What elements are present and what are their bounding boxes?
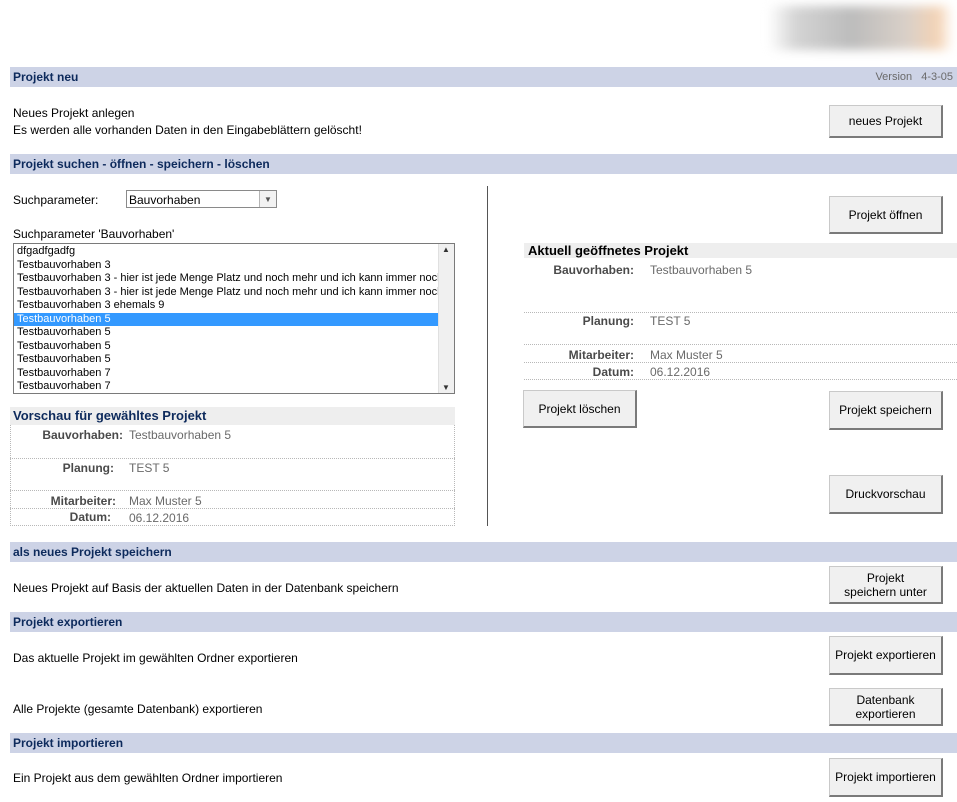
company-logo [768, 6, 953, 50]
version-label: Version [875, 71, 913, 83]
vorschau-planung-label: Planung: [62, 461, 114, 475]
vorschau-mitarbeiter-value: Max Muster 5 [129, 494, 202, 508]
list-item[interactable]: Testbauvorhaben 5 [14, 340, 439, 354]
list-item[interactable]: Testbauvorhaben 7 [14, 367, 439, 381]
vorschau-mitarbeiter-label: Mitarbeiter: [50, 494, 116, 508]
list-item[interactable]: Testbauvorhaben 5 [14, 353, 439, 367]
vorschau-title: Vorschau für gewähltes Projekt [13, 408, 207, 423]
section-title-projekt-neu: Projekt neu [13, 70, 79, 84]
section-title-speichern-als: als neues Projekt speichern [13, 545, 172, 559]
section-bar-projekt-neu: Projekt neu Version 4-3-05 [10, 67, 957, 87]
neu-line-2: Es werden alle vorhanden Daten in den Ei… [13, 123, 362, 137]
aktuell-planung-value: TEST 5 [650, 314, 691, 328]
scroll-down-icon[interactable]: ▼ [442, 383, 450, 392]
neues-projekt-button[interactable]: neues Projekt [829, 105, 943, 138]
divider [10, 458, 455, 459]
list-item[interactable]: Testbauvorhaben 3 [14, 259, 439, 273]
section-title-exportieren: Projekt exportieren [13, 615, 123, 629]
export-alle-text: Alle Projekte (gesamte Datenbank) export… [13, 702, 263, 716]
list-item[interactable]: Testbauvorhaben 3 - hier ist jede Menge … [14, 286, 439, 300]
section-bar-speichern-als: als neues Projekt speichern [10, 542, 957, 562]
project-list-items: dfgadfgadfg Testbauvorhaben 3 Testbauvorha… [14, 245, 439, 393]
section-bar-importieren: Projekt importieren [10, 733, 957, 753]
version-info: Version 4-3-05 [869, 71, 953, 83]
list-item[interactable]: Testbauvorhaben 5 [14, 326, 439, 340]
aktuell-planung-label: Planung: [582, 314, 634, 328]
list-item[interactable]: dfgadfgadfg [14, 245, 439, 259]
section-title-projekt-suchen: Projekt suchen - öffnen - speichern - lö… [13, 157, 270, 171]
version-number: 4-3-05 [921, 71, 953, 83]
aktuell-title: Aktuell geöffnetes Projekt [528, 243, 689, 258]
section-bar-projekt-suchen: Projekt suchen - öffnen - speichern - lö… [10, 154, 957, 174]
projekt-loeschen-button[interactable]: Projekt löschen [523, 390, 637, 428]
vorschau-bauvorhaben-label: Bauvorhaben: [42, 428, 123, 442]
column-separator [487, 186, 488, 526]
divider [10, 490, 455, 491]
aktuell-mitarbeiter-label: Mitarbeiter: [568, 348, 634, 362]
divider [524, 362, 957, 363]
vorschau-datum-label: Datum: [69, 510, 111, 524]
list-item[interactable]: Testbauvorhaben 7 [14, 380, 439, 393]
vorschau-datum-value: 06.12.2016 [129, 511, 190, 525]
list-item[interactable]: Testbauvorhaben 3 - hier ist jede Menge … [14, 272, 439, 286]
chevron-down-icon[interactable]: ▼ [259, 191, 276, 207]
listbox-scrollbar[interactable]: ▲ ▼ [438, 244, 454, 393]
divider [524, 379, 957, 380]
project-listbox[interactable]: dfgadfgadfg Testbauvorhaben 3 Testbauvorha… [13, 243, 455, 394]
aktuell-bauvorhaben-value: Testbauvorhaben 5 [650, 263, 753, 277]
aktuell-mitarbeiter-value: Max Muster 5 [650, 348, 723, 362]
list-item[interactable]: Testbauvorhaben 3 ehemals 9 [14, 299, 439, 313]
vorschau-bauvorhaben-value: Testbauvorhaben 5 [129, 428, 232, 442]
projekt-importieren-button[interactable]: Projekt importieren [829, 758, 943, 797]
projekt-oeffnen-button[interactable]: Projekt öffnen [829, 196, 943, 234]
import-text: Ein Projekt aus dem gewählten Ordner imp… [13, 771, 283, 785]
aktuell-datum-label: Datum: [592, 365, 634, 379]
druckvorschau-button[interactable]: Druckvorschau [829, 475, 943, 514]
scroll-up-icon[interactable]: ▲ [442, 245, 450, 254]
divider [524, 312, 957, 313]
projekt-exportieren-button[interactable]: Projekt exportieren [829, 636, 943, 675]
list-item[interactable]: Testbauvorhaben 5 [14, 312, 439, 326]
suchparameter-list-label: Suchparameter 'Bauvorhaben' [13, 227, 175, 241]
projekt-speichern-unter-button[interactable]: Projekt speichern unter [829, 566, 943, 604]
suchparameter-label: Suchparameter: [13, 193, 99, 207]
export-aktuell-text: Das aktuelle Projekt im gewählten Ordner… [13, 651, 298, 665]
suchparameter-select[interactable]: Bauvorhaben ▼ [126, 190, 277, 208]
projekt-speichern-button[interactable]: Projekt speichern [829, 391, 943, 430]
divider [10, 508, 455, 509]
aktuell-datum-value: 06.12.2016 [650, 365, 711, 379]
suchparameter-value: Bauvorhaben [129, 193, 201, 207]
datenbank-exportieren-button[interactable]: Datenbank exportieren [829, 688, 943, 726]
divider [524, 344, 957, 345]
neu-line-1: Neues Projekt anlegen [13, 106, 135, 120]
vorschau-planung-value: TEST 5 [129, 461, 170, 475]
aktuell-bauvorhaben-label: Bauvorhaben: [553, 263, 634, 277]
section-bar-exportieren: Projekt exportieren [10, 612, 957, 632]
section-title-importieren: Projekt importieren [13, 736, 124, 750]
speichern-als-text: Neues Projekt auf Basis der aktuellen Da… [13, 581, 399, 595]
